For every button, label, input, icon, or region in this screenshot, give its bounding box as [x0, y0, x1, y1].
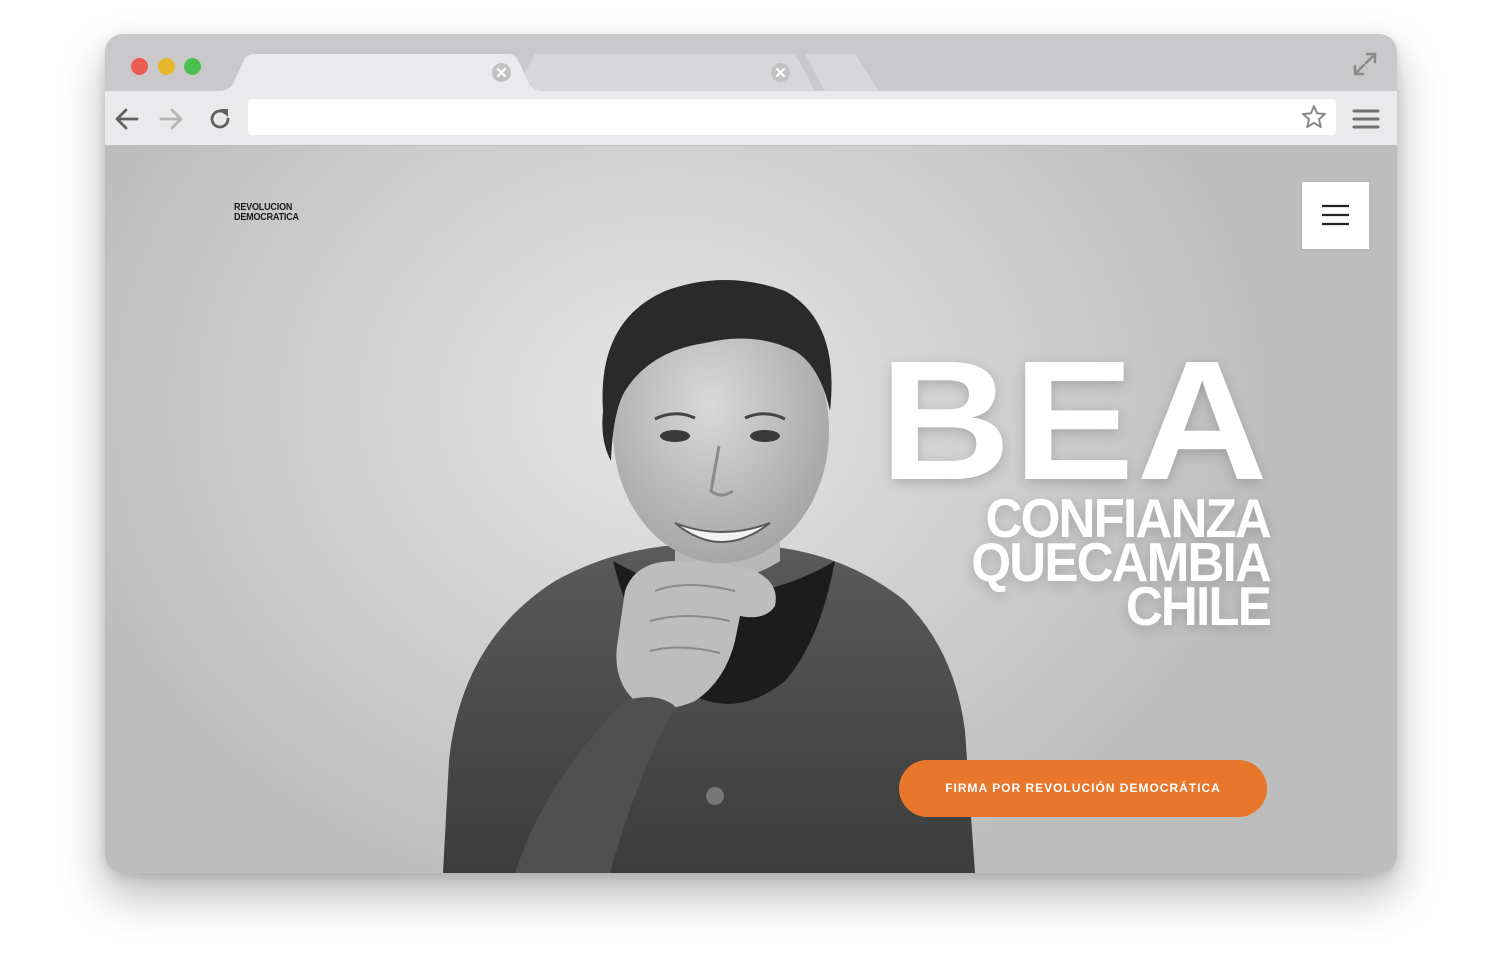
browser-tab-2[interactable] — [515, 54, 835, 91]
sign-cta-button[interactable]: FIRMA POR REVOLUCIÓN DEMOCRÁTICA — [899, 760, 1267, 817]
forward-arrow-icon[interactable] — [157, 105, 185, 133]
tab-close-icon[interactable] — [771, 63, 790, 82]
expand-icon[interactable] — [1351, 50, 1379, 78]
hero-headline: BEA CONFIANZA QUECAMBIA CHILE — [865, 336, 1272, 637]
browser-toolbar — [105, 91, 1397, 146]
site-logo[interactable]: REVOLUCION DEMOCRATICA — [234, 203, 306, 223]
browser-menu-icon[interactable] — [1352, 105, 1380, 133]
site-menu-button[interactable] — [1302, 182, 1369, 249]
page-viewport: REVOLUCION DEMOCRATICA BEA CONFIANZA QUE… — [105, 146, 1397, 873]
minimize-window-button[interactable] — [158, 58, 175, 75]
hamburger-icon — [1322, 204, 1349, 226]
maximize-window-button[interactable] — [184, 58, 201, 75]
tagline-line-3: CHILE — [1125, 575, 1272, 637]
reload-icon[interactable] — [206, 105, 234, 133]
close-window-button[interactable] — [131, 58, 148, 75]
browser-titlebar — [105, 34, 1397, 91]
candidate-name: BEA — [879, 326, 1270, 516]
new-tab-button[interactable] — [805, 54, 885, 91]
browser-tab-active[interactable] — [218, 54, 548, 91]
tab-close-icon[interactable] — [492, 63, 511, 82]
browser-window: REVOLUCION DEMOCRATICA BEA CONFIANZA QUE… — [105, 34, 1397, 873]
address-bar[interactable] — [248, 99, 1336, 135]
star-icon[interactable] — [1300, 103, 1328, 131]
back-arrow-icon[interactable] — [113, 105, 141, 133]
